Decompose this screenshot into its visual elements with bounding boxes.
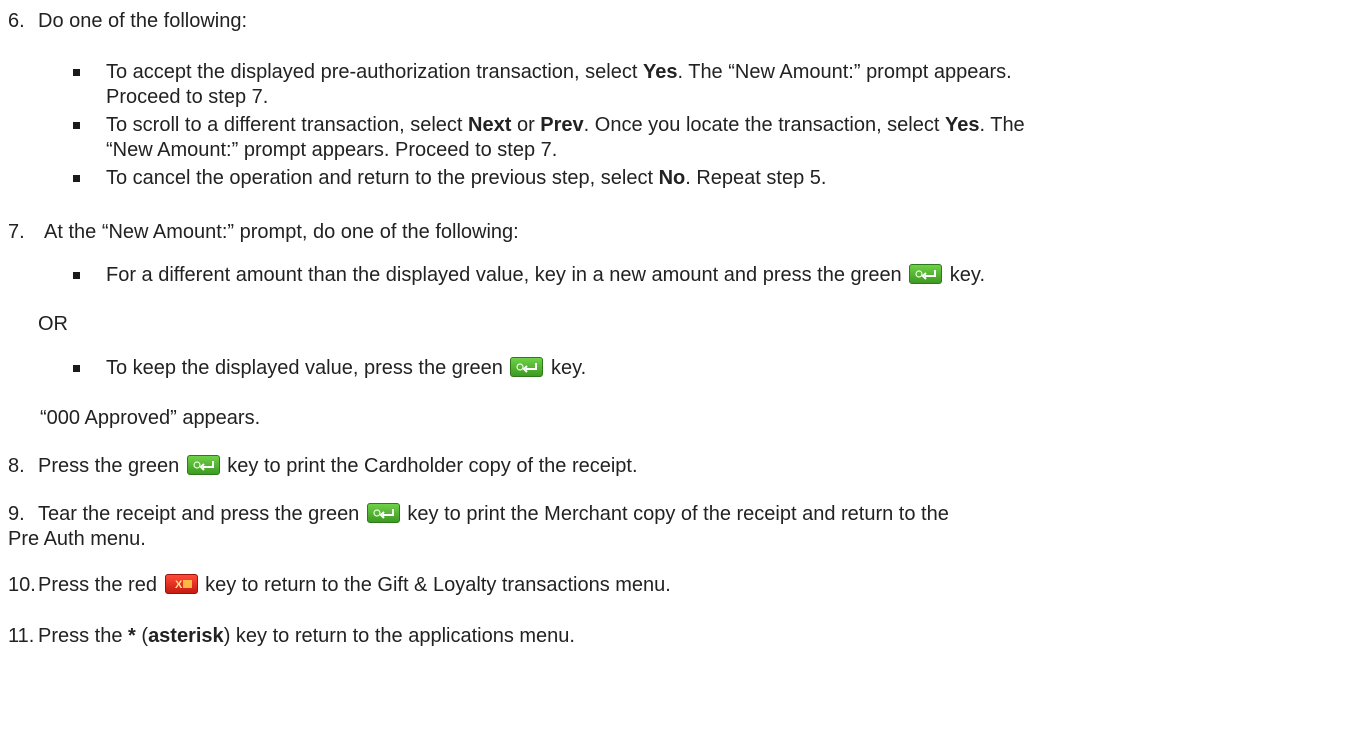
step-number: 8. — [8, 455, 25, 477]
instruction-page: 6. Do one of the following: To accept th… — [0, 0, 1348, 736]
step-6-option-cancel: To cancel the operation and return to th… — [106, 167, 827, 189]
bullet-icon — [73, 272, 80, 279]
bullet-icon — [73, 365, 80, 372]
step-6-option-scroll-cont: “New Amount:” prompt appears. Proceed to… — [106, 139, 558, 161]
bullet-icon — [73, 69, 80, 76]
bullet-icon — [73, 122, 80, 129]
enter-key-icon — [186, 455, 220, 475]
next-label: Next — [468, 114, 512, 136]
bullet-icon — [73, 175, 80, 182]
step-number: 6. — [8, 10, 25, 32]
step-9-cont: Pre Auth menu. — [8, 528, 146, 550]
step-6-option-accept: To accept the displayed pre-authorizatio… — [106, 61, 1012, 83]
step-7-option-keep: To keep the displayed value, press the g… — [106, 357, 587, 379]
step-text: Do one of the following: — [38, 10, 248, 32]
enter-key-icon — [366, 503, 400, 523]
step-text: Press the * (asterisk) key to return to … — [38, 625, 575, 647]
yes-label: Yes — [642, 61, 678, 83]
step-6-option-scroll: To scroll to a different transaction, se… — [106, 114, 1025, 136]
enter-key-icon — [510, 357, 544, 377]
step-number: 11. — [8, 625, 35, 647]
svg-text:X: X — [175, 579, 183, 591]
step-number: 7. — [8, 221, 25, 243]
asterisk-symbol: * — [128, 625, 136, 647]
step-text: Press the green key to print the Cardhol… — [38, 455, 638, 477]
step-number: 10. — [8, 574, 36, 596]
prev-label: Prev — [540, 114, 584, 136]
cancel-key-icon: X — [164, 574, 198, 594]
step-7-option-new-amount: For a different amount than the displaye… — [106, 264, 986, 286]
step-6-option-accept-cont: Proceed to step 7. — [106, 86, 269, 108]
step-text: Tear the receipt and press the green key… — [38, 503, 949, 525]
enter-key-icon — [909, 264, 943, 284]
asterisk-label: asterisk — [148, 625, 224, 647]
step-number: 9. — [8, 503, 25, 525]
approved-message: “000 Approved” appears. — [40, 407, 261, 429]
yes-label: Yes — [944, 114, 980, 136]
or-separator: OR — [38, 313, 68, 335]
no-label: No — [658, 167, 686, 189]
step-text: At the “New Amount:” prompt, do one of t… — [44, 221, 519, 243]
step-text: Press the red X key to return to the Gif… — [38, 574, 671, 596]
